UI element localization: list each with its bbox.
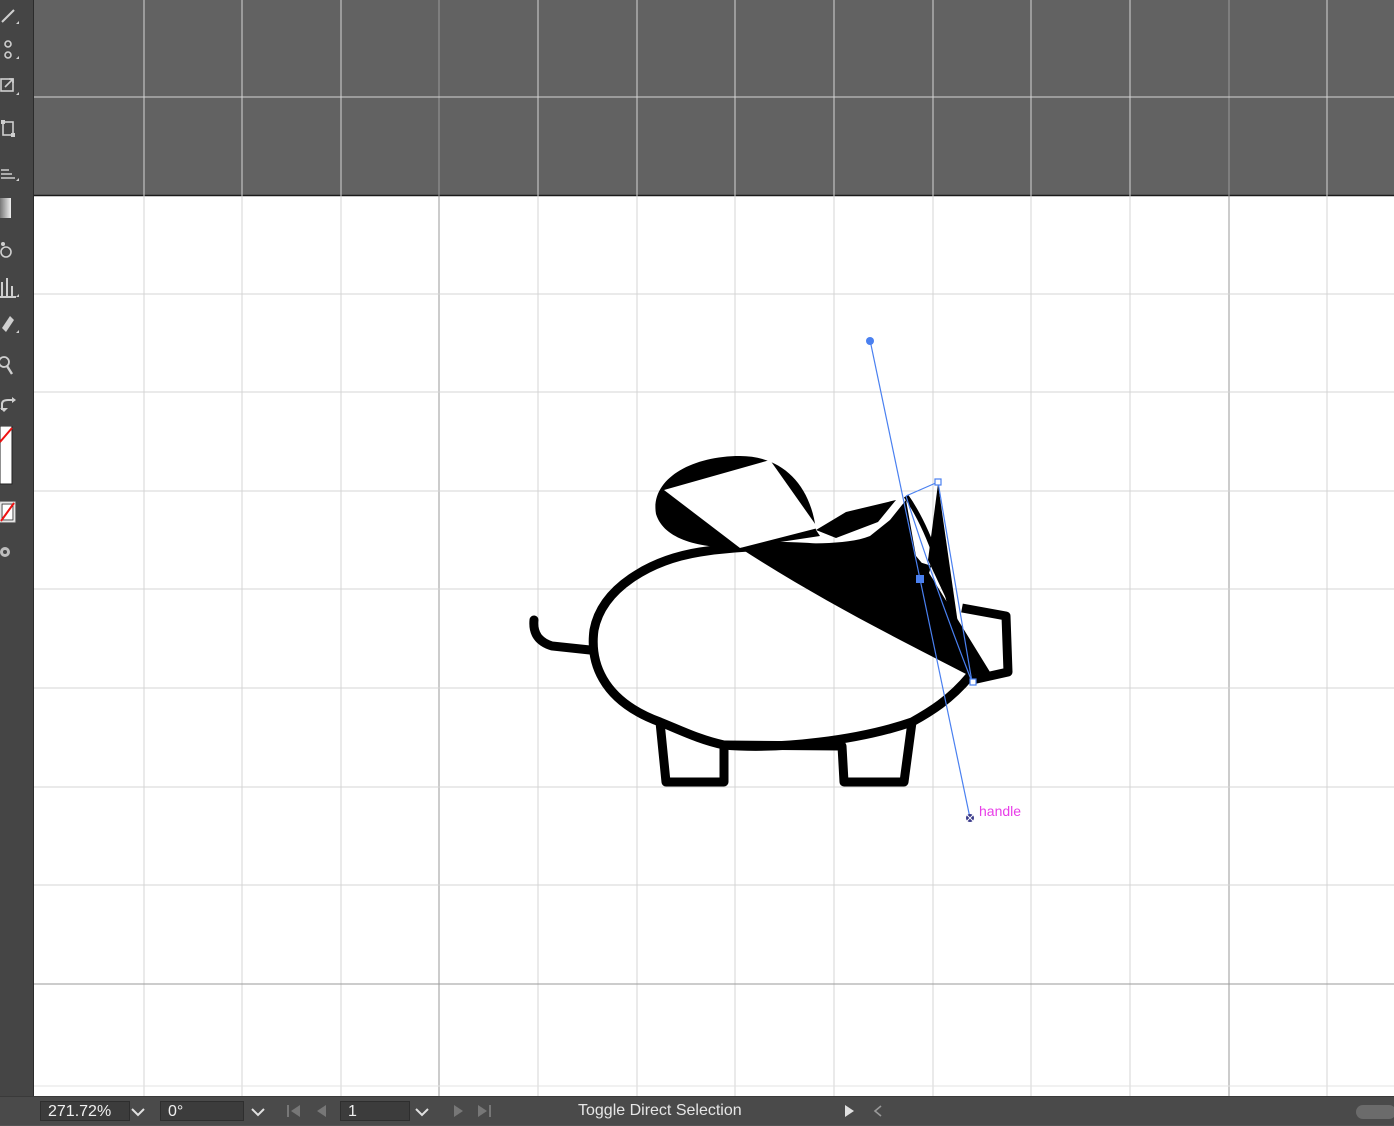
status-menu-arrow-icon[interactable] [842, 1102, 858, 1120]
next-artboard-icon[interactable] [450, 1102, 466, 1120]
previous-artboard-icon[interactable] [314, 1102, 330, 1120]
gradient-tool-icon[interactable] [0, 196, 22, 220]
drawing-mode-icon[interactable] [0, 540, 22, 564]
status-bar: 271.72% 0° 1 Toggle Direct Selection [0, 1096, 1394, 1125]
curvature-tool-icon[interactable] [0, 38, 22, 62]
column-graph-tool-icon[interactable] [0, 276, 22, 300]
artboard-dropdown-chevron-icon[interactable] [412, 1101, 432, 1121]
first-artboard-icon[interactable] [286, 1102, 302, 1120]
zoom-tool-icon[interactable] [0, 354, 22, 378]
anchor-point-selected[interactable] [916, 575, 924, 583]
tools-panel [0, 0, 34, 1096]
artboard-number-field[interactable]: 1 [340, 1101, 410, 1121]
anchor-point[interactable] [969, 678, 977, 686]
handle-point-top[interactable] [866, 337, 874, 345]
stroke-none-icon[interactable] [0, 500, 22, 524]
eraser-tool-icon[interactable] [0, 312, 22, 336]
zoom-value: 271.72% [48, 1103, 112, 1120]
artboard[interactable] [34, 196, 1394, 1096]
fill-swatch-icon[interactable] [0, 426, 22, 486]
smart-guide-label: handle [979, 803, 1022, 819]
swap-fill-stroke-icon[interactable] [0, 396, 22, 420]
status-text: Toggle Direct Selection [578, 1102, 742, 1119]
zoom-field[interactable]: 271.72% [40, 1101, 130, 1121]
pencil-tool-icon[interactable] [0, 4, 22, 28]
rotation-dropdown-chevron-icon[interactable] [248, 1101, 268, 1121]
rotation-value: 0° [168, 1103, 184, 1120]
graph-tool-icon[interactable] [0, 160, 22, 184]
last-artboard-icon[interactable] [476, 1102, 492, 1120]
rotation-field[interactable]: 0° [160, 1101, 244, 1121]
artboard-number: 1 [348, 1103, 357, 1120]
horizontal-scrollbar-thumb[interactable] [1356, 1105, 1394, 1119]
anchor-point[interactable] [934, 478, 942, 486]
zoom-dropdown-chevron-icon[interactable] [128, 1101, 148, 1121]
canvas-area[interactable]: handle [34, 0, 1394, 1096]
blend-tool-icon[interactable] [0, 238, 22, 262]
scale-tool-icon[interactable] [0, 74, 22, 98]
free-transform-tool-icon[interactable] [0, 118, 22, 142]
scroll-left-icon[interactable] [870, 1102, 886, 1120]
